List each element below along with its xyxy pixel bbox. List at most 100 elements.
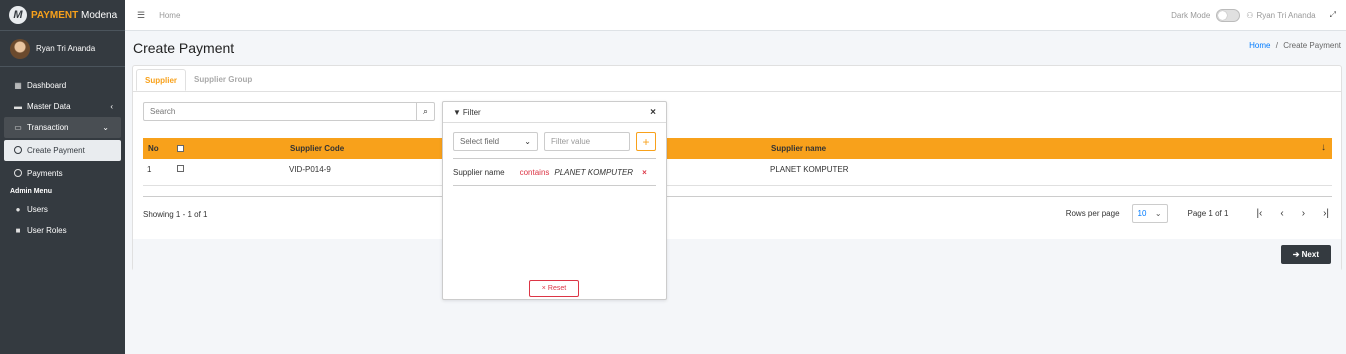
arrow-right-icon: ➔ [1292, 250, 1300, 259]
next-page-icon[interactable]: › [1302, 208, 1305, 219]
col-no[interactable]: No [148, 144, 159, 153]
filter-title: Filter [462, 107, 481, 117]
avatar [10, 38, 30, 59]
sidebar-item-label: Master Data [27, 102, 71, 111]
col-supplier-code[interactable]: Supplier Code [290, 144, 344, 153]
circle-icon [13, 145, 23, 156]
condition-operator: contains [519, 168, 550, 177]
fullscreen-icon[interactable]: ⤢ [1330, 10, 1336, 20]
sidebar-item-users[interactable]: ● Users [0, 199, 125, 220]
card-icon: ▭ [14, 123, 22, 132]
breadcrumb-home[interactable]: Home [1249, 41, 1270, 50]
brand-name: PAYMENT Modena [31, 10, 117, 21]
breadcrumb-separator: / [1275, 41, 1278, 50]
sidebar-item-dashboard[interactable]: ▦ Dashboard [0, 75, 125, 96]
col-supplier-name[interactable]: Supplier name [771, 144, 826, 153]
dark-mode-label: Dark Mode [1171, 10, 1211, 20]
chevron-down-icon: ⌄ [1154, 209, 1162, 218]
reset-icon: × [541, 285, 546, 292]
supplier-card: Supplier Supplier Group ⌕ No Supplier Co… [132, 65, 1342, 271]
circle-icon [13, 168, 23, 179]
remove-condition-icon[interactable]: × [642, 168, 647, 177]
sidebar-item-label: User Roles [27, 226, 67, 235]
add-filter-button[interactable]: + [636, 132, 656, 151]
chevron-left-icon: ‹ [110, 102, 113, 111]
sidebar-item-create-payment[interactable]: Create Payment [4, 140, 121, 161]
brand-rest: Modena [78, 9, 118, 21]
pagination: Rows per page 10 ⌄ Page 1 of 1 |‹ ‹ › ›| [1066, 204, 1329, 223]
search-box: ⌕ [143, 102, 435, 121]
filter-separator [453, 158, 656, 159]
users-icon: ● [15, 205, 21, 214]
brand[interactable]: M PAYMENT Modena [0, 0, 125, 31]
sidebar: M PAYMENT Modena Ryan Tri Ananda ▦ Dashb… [0, 0, 125, 354]
cell-supplier-name: PLANET KOMPUTER [770, 165, 849, 174]
table-icon: ▦ [14, 81, 22, 90]
filter-row: Select field ⌄ Filter value + [453, 132, 656, 151]
sidebar-item-user-roles[interactable]: ■ User Roles [0, 220, 125, 241]
sidebar-item-master-data[interactable]: ▬ Master Data ‹ [0, 96, 125, 117]
breadcrumb: Home / Create Payment [1249, 41, 1341, 50]
filter-header: ▼ Filter × [443, 102, 666, 123]
lock-icon: ■ [15, 226, 21, 235]
search-input[interactable] [144, 107, 416, 116]
reset-button[interactable]: × Reset [529, 280, 579, 297]
tab-supplier[interactable]: Supplier [136, 69, 187, 91]
next-button-label: Next [1301, 250, 1319, 259]
first-page-icon[interactable]: |‹ [1256, 208, 1262, 219]
table-row[interactable]: 1 VID-P014-9 PLANET KOMPUTER [143, 159, 1332, 186]
condition-field: Supplier name [453, 168, 505, 177]
select-all-checkbox[interactable] [177, 145, 184, 152]
filter-condition: Supplier name contains PLANET KOMPUTER × [453, 168, 647, 177]
topbar-user-name[interactable]: Ryan Tri Ananda [1256, 11, 1315, 20]
showing-count: Showing 1 - 1 of 1 [143, 210, 208, 219]
next-button[interactable]: ➔ Next [1280, 245, 1331, 264]
filter-icon: ▼ [453, 107, 461, 117]
topbar-right: Dark Mode ⚇ Ryan Tri Ananda ⤢ [1171, 8, 1336, 22]
condition-value: PLANET KOMPUTER [554, 168, 634, 177]
admin-menu-header: Admin Menu [10, 188, 52, 195]
rows-per-page-label: Rows per page [1065, 209, 1120, 218]
dark-mode-toggle[interactable] [1216, 8, 1241, 22]
hamburger-icon[interactable]: ☰ [137, 10, 145, 21]
breadcrumb-current: Create Payment [1283, 41, 1341, 50]
sidebar-item-label: Payments [27, 169, 63, 178]
prev-page-icon[interactable]: ‹ [1280, 208, 1283, 219]
divider [143, 196, 1332, 197]
user-icon: ⚇ [1246, 10, 1254, 20]
search-icon[interactable]: ⌕ [416, 103, 434, 120]
close-icon[interactable]: × [650, 107, 656, 118]
user-panel[interactable]: Ryan Tri Ananda [0, 31, 125, 67]
chevron-down-icon: ⌄ [524, 137, 531, 146]
tab-supplier-group[interactable]: Supplier Group [186, 69, 260, 91]
sidebar-item-label: Users [27, 205, 48, 214]
last-page-icon[interactable]: ›| [1323, 208, 1329, 219]
sidebar-item-transaction[interactable]: ▭ Transaction ⌄ [4, 117, 121, 138]
sort-down-icon[interactable]: ↓ [1321, 142, 1326, 153]
cell-no: 1 [147, 165, 152, 174]
sidebar-item-label: Create Payment [27, 146, 85, 155]
brand-logo: M [9, 6, 27, 24]
cell-supplier-code: VID-P014-9 [289, 165, 331, 174]
reset-label: Reset [547, 285, 567, 292]
filter-separator [453, 185, 656, 186]
page-info: Page 1 of 1 [1187, 209, 1229, 218]
filter-field-placeholder: Select field [460, 137, 500, 146]
sidebar-item-payments[interactable]: Payments [0, 163, 125, 184]
chevron-down-icon: ⌄ [102, 123, 109, 132]
sidebar-item-label: Transaction [27, 123, 69, 132]
tab-bar: Supplier Supplier Group [133, 66, 1341, 92]
row-checkbox[interactable] [177, 165, 184, 172]
truck-icon: ▬ [14, 102, 22, 111]
filter-popover: ▼ Filter × Select field ⌄ Filter value +… [442, 101, 667, 300]
filter-field-select[interactable]: Select field ⌄ [453, 132, 538, 151]
topbar-home-link[interactable]: Home [159, 11, 180, 20]
filter-value-input[interactable]: Filter value [544, 132, 630, 151]
sidebar-item-label: Dashboard [27, 81, 67, 90]
table-header: No Supplier Code Supplier name ↓ [143, 138, 1332, 159]
page-title: Create Payment [133, 40, 235, 56]
rows-per-page-value: 10 [1137, 209, 1147, 218]
topbar: ☰ Home Dark Mode ⚇ Ryan Tri Ananda ⤢ [125, 0, 1346, 31]
rows-per-page-select[interactable]: 10 ⌄ [1131, 204, 1168, 223]
brand-bold: PAYMENT [31, 9, 79, 21]
